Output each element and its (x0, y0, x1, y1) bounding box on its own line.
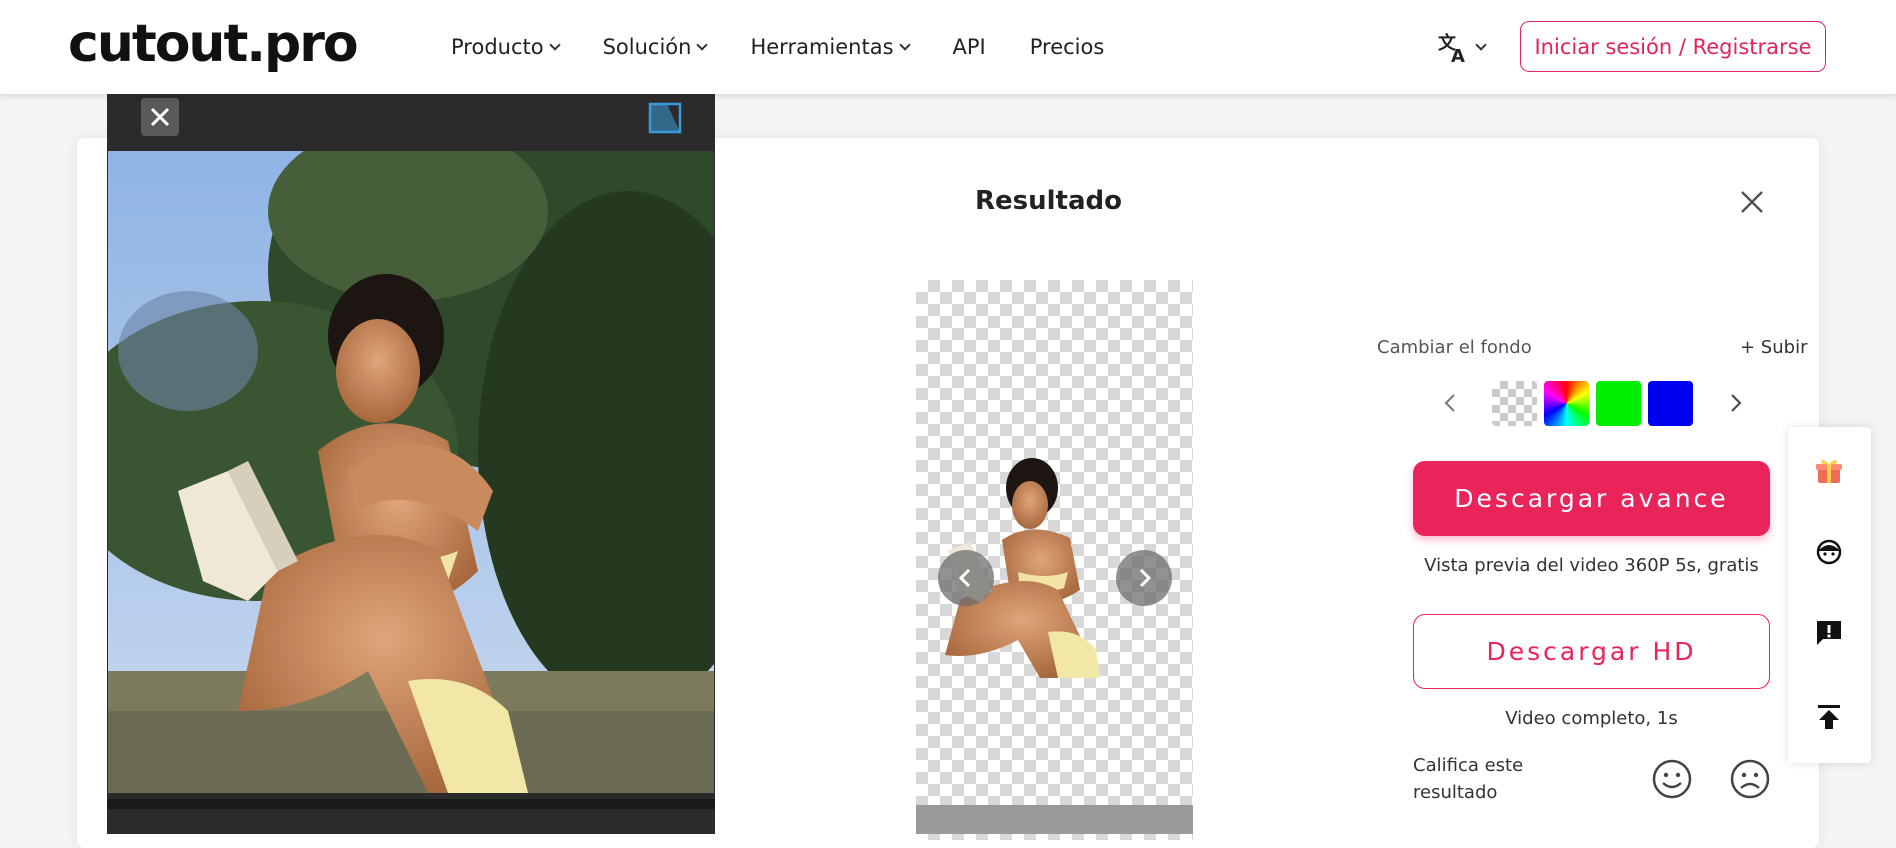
nav-item-label: Precios (1029, 35, 1105, 59)
chevron-down-icon (1475, 38, 1487, 51)
svg-text:A: A (1451, 46, 1465, 64)
close-preview-button[interactable] (141, 98, 179, 136)
feedback-icon (1817, 621, 1841, 645)
change-background-label: Cambiar el fondo (1377, 337, 1532, 358)
login-register-button[interactable]: Iniciar sesión / Registrarse (1520, 21, 1826, 72)
nav-item-solucion[interactable]: Solución (602, 35, 709, 59)
download-preview-subtitle: Vista previa del video 360P 5s, gratis (1424, 555, 1759, 576)
next-result-button[interactable] (1116, 550, 1172, 606)
swatch-rainbow[interactable] (1544, 380, 1589, 426)
back-to-top-button[interactable] (1812, 700, 1846, 734)
swatch-transparent[interactable] (1492, 380, 1537, 426)
preview-scrollbar[interactable] (107, 799, 715, 809)
upload-background-button[interactable]: + Subir (1740, 337, 1807, 358)
original-preview-panel (107, 94, 715, 834)
logo[interactable]: cutout.pro (68, 14, 359, 74)
swatch-next-button[interactable] (1726, 380, 1746, 426)
support-agent-icon (1816, 539, 1842, 565)
rating-label: Califica este resultado (1413, 755, 1524, 803)
result-preview (916, 280, 1193, 840)
translate-icon: 文 A (1438, 32, 1465, 64)
nav-item-producto[interactable]: Producto (451, 35, 561, 59)
original-image (108, 151, 714, 793)
nav-item-label: Solución (602, 35, 692, 59)
chevron-down-icon (696, 38, 709, 51)
compare-icon[interactable] (647, 100, 683, 136)
download-hd-button[interactable]: Descargar HD (1413, 614, 1770, 689)
sad-face-icon[interactable] (1729, 758, 1771, 800)
chevron-down-icon (898, 38, 911, 51)
nav-item-herramientas[interactable]: Herramientas (750, 35, 911, 59)
gift-button[interactable] (1812, 454, 1846, 488)
top-navigation: cutout.pro Producto Solución Herramienta… (0, 0, 1896, 94)
background-swatches (1440, 380, 1746, 426)
chevron-left-icon (958, 568, 971, 588)
gift-icon (1816, 459, 1842, 483)
previous-result-button[interactable] (938, 550, 994, 606)
nav-item-label: Producto (451, 35, 544, 59)
swatch-prev-button[interactable] (1440, 380, 1460, 426)
download-hd-subtitle: Video completo, 1s (1505, 708, 1678, 729)
nav-item-label: Herramientas (750, 35, 894, 59)
back-to-top-icon (1818, 705, 1840, 729)
swatch-green[interactable] (1596, 380, 1641, 426)
nav-item-label: API (952, 35, 986, 59)
chevron-right-icon (1731, 394, 1742, 412)
close-icon (150, 107, 170, 127)
chevron-down-icon (548, 38, 561, 51)
chevron-left-icon (1444, 394, 1455, 412)
result-timeline[interactable] (916, 805, 1193, 834)
nav-item-api[interactable]: API (953, 35, 986, 59)
happy-face-icon[interactable] (1651, 758, 1693, 800)
side-toolbar (1788, 427, 1871, 763)
result-title: Resultado (975, 186, 1122, 216)
nav-item-precios[interactable]: Precios (1030, 35, 1105, 59)
close-icon[interactable] (1736, 186, 1768, 218)
download-preview-button[interactable]: Descargar avance (1413, 461, 1770, 536)
main-nav: Producto Solución Herramientas API Preci… (451, 0, 1148, 94)
language-selector[interactable]: 文 A (1437, 30, 1487, 64)
feedback-button[interactable] (1812, 616, 1846, 650)
chevron-right-icon (1139, 568, 1152, 588)
swatch-blue[interactable] (1648, 380, 1693, 426)
support-button[interactable] (1812, 535, 1846, 569)
